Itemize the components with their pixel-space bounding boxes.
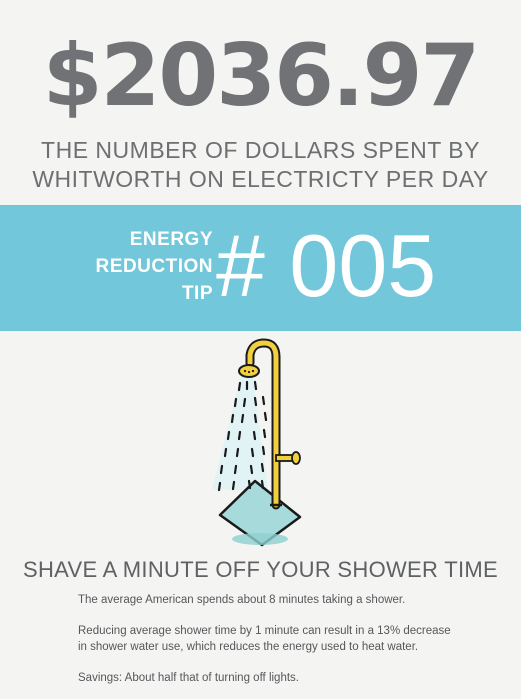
tip-number: # 005	[216, 216, 437, 315]
cost-description-line-2: WHITWORTH ON ELECTRICTY PER DAY	[32, 166, 489, 192]
mat-shadow	[232, 533, 288, 545]
tip-paragraph-3: Savings: About half that of turning off …	[78, 672, 299, 684]
tip-label-line-2: REDUCTION	[95, 256, 213, 277]
cost-description-line-1: THE NUMBER OF DOLLARS SPENT BY	[41, 137, 480, 163]
tip-label-line-3: TIP	[181, 283, 213, 304]
tip-banner-label: ENERGY REDUCTION TIP	[96, 226, 213, 307]
tip-title: SHAVE A MINUTE OFF YOUR SHOWER TIME	[22, 557, 498, 582]
tip-paragraph-1: The average American spends about 8 minu…	[78, 594, 406, 606]
tip-body: The average American spends about 8 minu…	[78, 592, 498, 699]
cost-description: THE NUMBER OF DOLLARS SPENT BY WHITWORTH…	[0, 136, 521, 194]
shower-icon	[212, 338, 302, 547]
tip-label-line-1: ENERGY	[129, 229, 213, 250]
tip-paragraph-2-line-2: in shower water use, which reduces the e…	[78, 641, 419, 653]
tip-paragraph-2: Reducing average shower time by 1 minute…	[78, 623, 498, 655]
tip-paragraph-2-line-1: Reducing average shower time by 1 minute…	[78, 625, 451, 637]
cost-headline: $2036.97	[42, 26, 481, 126]
